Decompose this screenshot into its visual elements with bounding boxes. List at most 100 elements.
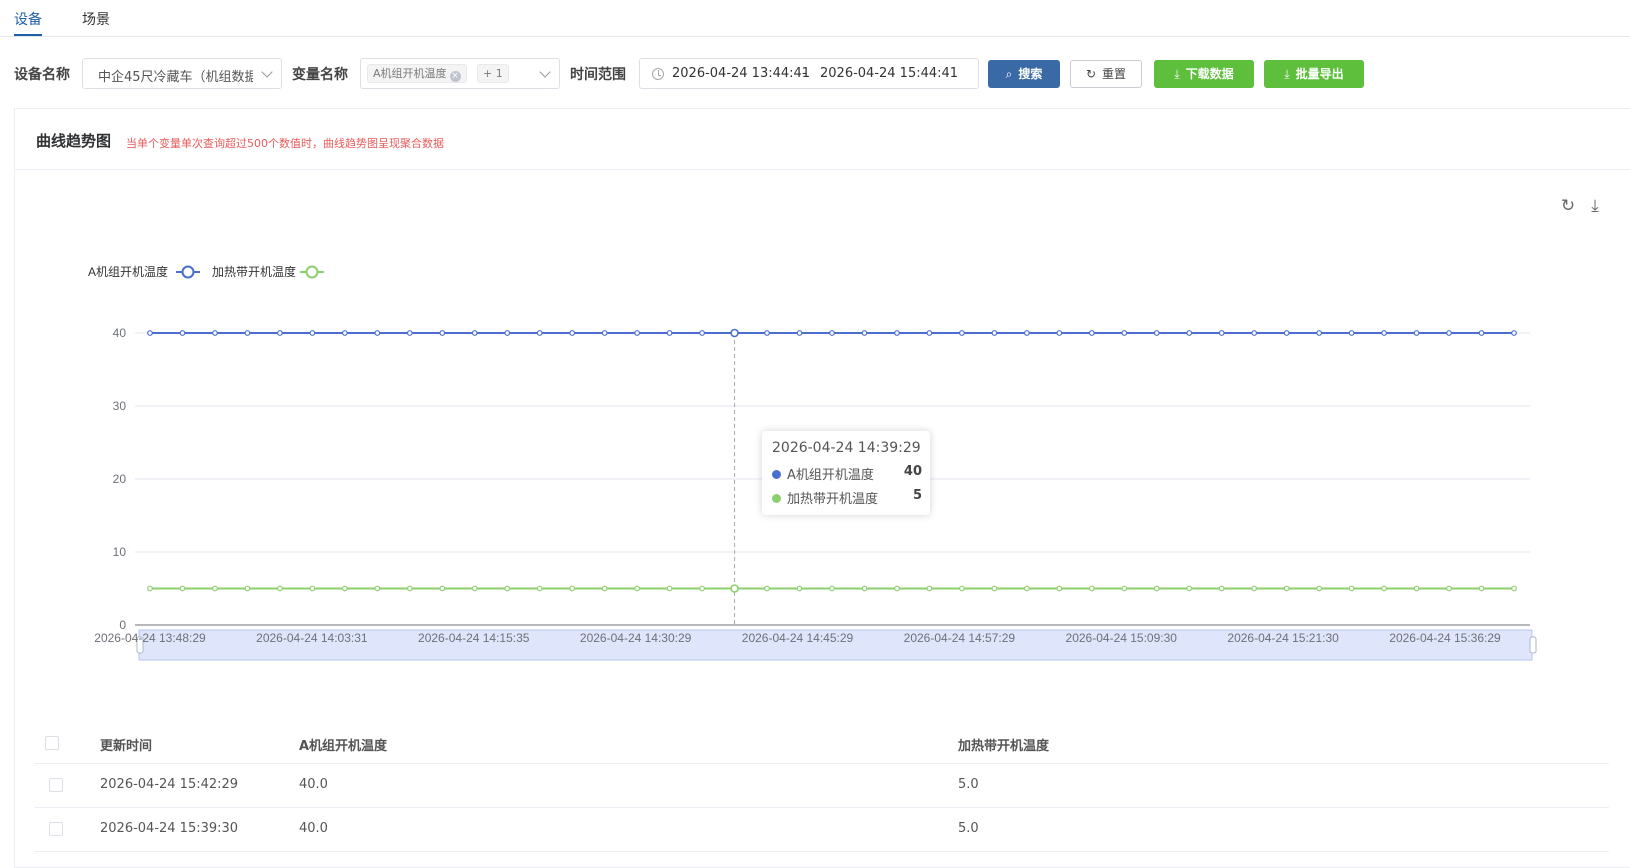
data-point xyxy=(634,330,641,336)
tooltip-series-value: 40 xyxy=(903,464,922,479)
data-point xyxy=(1153,330,1160,336)
y-tick-label: 30 xyxy=(113,399,127,413)
column-header: 加热带开机温度 xyxy=(958,739,1050,754)
data-point xyxy=(277,330,283,336)
data-point xyxy=(861,585,868,592)
x-tick-label: 2026-04-24 13:48:29 xyxy=(94,631,206,645)
data-point xyxy=(1413,330,1420,336)
data-point xyxy=(894,585,900,592)
chart-tooltip: 2026-04-24 14:39:29 A机组开机温度 40 加热带开机温度 5 xyxy=(762,431,930,515)
data-point xyxy=(244,585,251,592)
data-point xyxy=(601,585,608,592)
data-point xyxy=(277,585,283,592)
x-tick-label: 2026-04-24 15:09:30 xyxy=(1066,631,1178,645)
x-tick-label: 2026-04-24 15:21:30 xyxy=(1227,631,1339,645)
table-cell: 2026-04-24 15:39:30 xyxy=(100,821,239,836)
data-point xyxy=(1056,330,1063,336)
data-point xyxy=(406,330,413,336)
data-point xyxy=(829,330,835,336)
data-point xyxy=(147,330,153,336)
tooltip-row: 加热带开机温度 5 xyxy=(772,488,922,507)
data-point xyxy=(1251,585,1258,592)
data-point xyxy=(179,585,186,592)
data-point xyxy=(569,585,576,592)
data-point xyxy=(959,330,965,336)
x-tick-label: 2026-04-24 14:15:35 xyxy=(418,631,530,645)
data-point xyxy=(894,330,900,336)
data-point xyxy=(764,585,770,592)
legend-marker xyxy=(181,265,195,279)
legend-label: 加热带开机温度 xyxy=(212,264,296,279)
data-point xyxy=(1478,585,1485,592)
data-point xyxy=(796,330,803,336)
data-point xyxy=(1413,585,1420,592)
data-point xyxy=(1251,330,1258,336)
tooltip-series-name: 加热带开机温度 xyxy=(787,492,879,507)
data-point xyxy=(1121,330,1128,336)
data-point xyxy=(991,585,998,592)
data-point xyxy=(569,330,576,336)
data-point xyxy=(212,330,218,336)
y-tick-label: 10 xyxy=(113,545,127,559)
tooltip-time: 2026-04-24 14:39:29 xyxy=(772,440,921,456)
data-point xyxy=(1283,585,1290,592)
data-point xyxy=(1283,330,1290,336)
table-cell: 40.0 xyxy=(299,777,328,792)
column-header: 更新时间 xyxy=(100,739,153,754)
data-point xyxy=(634,585,641,592)
data-point xyxy=(1478,330,1485,336)
legend-label: A机组开机温度 xyxy=(88,264,168,279)
data-point xyxy=(212,585,218,592)
data-point xyxy=(861,330,868,336)
select-all-checkbox[interactable] xyxy=(45,736,59,750)
series-dot-icon xyxy=(772,470,781,479)
data-point xyxy=(536,330,543,336)
data-point xyxy=(959,585,965,592)
trend-chart: 0 10 20 30 40 2026-04-24 13:48:29 2026-04-24 1… xyxy=(88,264,1537,661)
data-point xyxy=(1348,330,1355,336)
data-point xyxy=(730,584,739,593)
data-point xyxy=(309,585,316,592)
data-point xyxy=(1381,330,1387,336)
data-point xyxy=(1023,330,1030,336)
data-point xyxy=(1218,585,1225,592)
data-point xyxy=(504,330,511,336)
data-point xyxy=(406,585,413,592)
data-point xyxy=(309,330,316,336)
data-point xyxy=(471,585,478,592)
y-tick-label: 40 xyxy=(113,326,127,340)
data-point xyxy=(1511,585,1517,592)
data-point xyxy=(991,330,998,336)
data-point xyxy=(374,585,381,592)
data-point xyxy=(666,585,673,592)
table-row: 2026-04-24 15:42:29 40.0 5.0 xyxy=(34,764,1609,808)
row-checkbox[interactable] xyxy=(49,822,63,836)
data-point xyxy=(147,585,153,592)
tooltip-row: A机组开机温度 40 xyxy=(772,464,922,483)
data-point xyxy=(1023,585,1030,592)
data-point xyxy=(730,328,739,338)
data-point xyxy=(1153,585,1160,592)
x-tick-label: 2026-04-24 14:03:31 xyxy=(256,631,368,645)
data-point xyxy=(926,330,933,336)
data-point xyxy=(1511,330,1517,336)
data-point xyxy=(1446,330,1452,336)
data-point xyxy=(439,330,446,336)
x-tick-label: 2026-04-24 14:30:29 xyxy=(580,631,692,645)
table-cell: 5.0 xyxy=(958,821,979,836)
series-dot-icon xyxy=(772,494,781,503)
x-tick-label: 2026-04-24 15:36:29 xyxy=(1389,631,1501,645)
data-point xyxy=(374,330,381,336)
tooltip-series-name: A机组开机温度 xyxy=(787,468,874,483)
data-point xyxy=(1121,585,1128,592)
data-point xyxy=(504,585,511,592)
data-point xyxy=(666,330,673,336)
data-point xyxy=(439,585,446,592)
table-row: 2026-04-24 15:39:30 40.0 5.0 xyxy=(34,808,1609,852)
data-point xyxy=(699,585,705,592)
row-checkbox[interactable] xyxy=(49,778,63,792)
table-cell: 5.0 xyxy=(958,777,979,792)
data-point xyxy=(244,330,251,336)
column-header: A机组开机温度 xyxy=(299,739,388,754)
data-point xyxy=(1316,330,1323,336)
